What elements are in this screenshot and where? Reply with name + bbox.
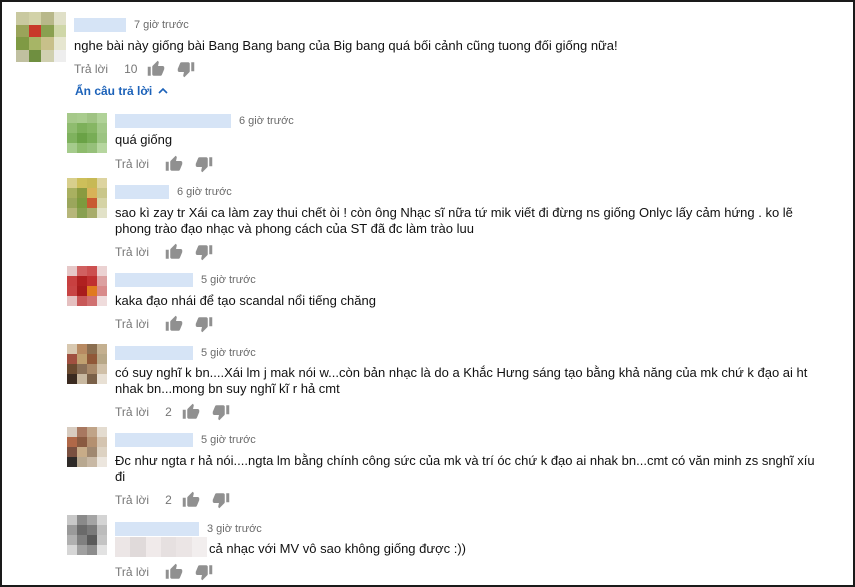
avatar[interactable] bbox=[67, 515, 107, 555]
thumb-down-icon[interactable] bbox=[195, 155, 213, 173]
reply-button[interactable]: Trả lời bbox=[74, 62, 108, 76]
author-name-redacted[interactable] bbox=[115, 433, 193, 447]
like-count: 10 bbox=[124, 62, 138, 76]
reply-button[interactable]: Trả lời bbox=[115, 245, 149, 259]
reply-button[interactable]: Trả lời bbox=[115, 157, 149, 171]
thumb-down-icon[interactable] bbox=[212, 403, 230, 421]
thumb-up-icon[interactable] bbox=[182, 403, 200, 421]
reply-button[interactable]: Trả lời bbox=[115, 493, 149, 507]
comment-text: cả nhạc với MV vô sao không giống được :… bbox=[209, 541, 466, 556]
comment-text-line: sao kì zay tr Xái ca làm zay thui chết ò… bbox=[115, 205, 793, 220]
author-name-redacted[interactable] bbox=[115, 114, 231, 128]
comment-text: quá giống bbox=[115, 132, 173, 147]
author-name-redacted[interactable] bbox=[115, 346, 193, 360]
comment-text: nghe bài này giống bài Bang Bang bang củ… bbox=[74, 38, 618, 53]
comment-text-line: phong trào đạo nhạc và phong cách của ST… bbox=[115, 221, 474, 236]
thumb-down-icon[interactable] bbox=[195, 563, 213, 581]
comment-time[interactable]: 3 giờ trước bbox=[207, 523, 262, 535]
author-name-redacted[interactable] bbox=[115, 522, 199, 536]
comment-text-line: nhak bn...mong bn suy nghĩ kĩ r hả cmt bbox=[115, 381, 340, 396]
avatar[interactable] bbox=[67, 178, 107, 218]
thumb-up-icon[interactable] bbox=[147, 60, 165, 78]
comment-time[interactable]: 6 giờ trước bbox=[239, 115, 294, 127]
thumb-up-icon[interactable] bbox=[165, 315, 183, 333]
author-name-redacted[interactable] bbox=[74, 18, 126, 32]
comment-text-line: đi bbox=[115, 469, 126, 484]
comment-time[interactable]: 5 giờ trước bbox=[201, 274, 256, 286]
reply-button[interactable]: Trả lời bbox=[115, 317, 149, 331]
comment-time[interactable]: 5 giờ trước bbox=[201, 434, 256, 446]
thumb-up-icon[interactable] bbox=[165, 243, 183, 261]
hide-replies-label: Ẩn câu trả lời bbox=[75, 84, 153, 98]
comment-section: 7 giờ trước nghe bài này giống bài Bang … bbox=[0, 0, 855, 587]
thumb-down-icon[interactable] bbox=[195, 243, 213, 261]
comment-time[interactable]: 5 giờ trước bbox=[201, 347, 256, 359]
avatar[interactable] bbox=[67, 266, 107, 306]
reply-button[interactable]: Trả lời bbox=[115, 405, 149, 419]
avatar[interactable] bbox=[67, 113, 107, 153]
comment-text-line: có suy nghĩ k bn....Xái lm j mak nói w..… bbox=[115, 365, 808, 380]
thumb-up-icon[interactable] bbox=[165, 155, 183, 173]
like-count: 2 bbox=[165, 405, 172, 419]
avatar[interactable] bbox=[16, 12, 66, 62]
avatar[interactable] bbox=[67, 344, 107, 384]
author-name-redacted[interactable] bbox=[115, 273, 193, 287]
thumb-up-icon[interactable] bbox=[182, 491, 200, 509]
chevron-up-icon bbox=[158, 87, 168, 94]
avatar[interactable] bbox=[67, 427, 107, 467]
thumb-down-icon[interactable] bbox=[177, 60, 195, 78]
thumb-up-icon[interactable] bbox=[165, 563, 183, 581]
comment-text: kaka đạo nhái để tạo scandal nổi tiếng c… bbox=[115, 293, 376, 308]
author-name-redacted[interactable] bbox=[115, 185, 169, 199]
thumb-down-icon[interactable] bbox=[195, 315, 213, 333]
thumb-down-icon[interactable] bbox=[212, 491, 230, 509]
comment-text-line: Đc như ngta r hả nói....ngta lm bằng chí… bbox=[115, 453, 815, 468]
like-count: 2 bbox=[165, 493, 172, 507]
reply-button[interactable]: Trả lời bbox=[115, 565, 149, 579]
comment-time[interactable]: 7 giờ trước bbox=[134, 19, 189, 31]
hide-replies-toggle[interactable]: Ẩn câu trả lời bbox=[75, 84, 168, 98]
comment-time[interactable]: 6 giờ trước bbox=[177, 186, 232, 198]
blurred-overlay bbox=[115, 537, 207, 557]
